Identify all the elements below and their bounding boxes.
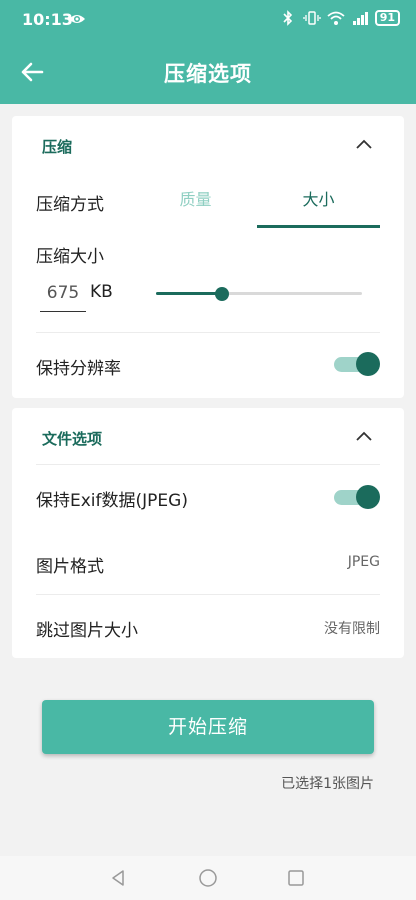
- divider: [36, 464, 380, 465]
- toolbar: 压缩选项: [0, 40, 416, 104]
- skip-size-value[interactable]: 没有限制: [324, 618, 380, 638]
- tab-quality[interactable]: 质量: [134, 186, 257, 228]
- bluetooth-icon: [283, 10, 292, 26]
- compress-section-title: 压缩: [42, 138, 73, 156]
- size-slider[interactable]: [156, 284, 362, 304]
- chevron-up-icon[interactable]: [354, 430, 374, 442]
- slider-fill: [156, 292, 222, 295]
- selected-count-text: 已选择1张图片: [281, 776, 374, 792]
- system-nav-bar: [0, 856, 416, 900]
- eye-icon: [69, 15, 85, 23]
- keep-resolution-label: 保持分辨率: [36, 359, 121, 379]
- size-label: 压缩大小: [36, 247, 104, 267]
- file-options-card: 文件选项 保持Exif数据(JPEG) 图片格式 JPEG 跳过图片大小 没有限…: [12, 408, 404, 658]
- battery-indicator: 91: [374, 10, 400, 26]
- status-icons: 91: [279, 10, 400, 26]
- size-unit: KB: [90, 282, 113, 302]
- tab-quality-label: 质量: [179, 190, 212, 209]
- skip-size-label[interactable]: 跳过图片大小: [36, 616, 138, 641]
- start-compress-button[interactable]: 开始压缩: [42, 700, 374, 754]
- nav-back-icon[interactable]: [108, 868, 128, 888]
- exif-toggle[interactable]: [334, 485, 380, 509]
- size-input[interactable]: 675: [40, 280, 86, 312]
- nav-home-icon[interactable]: [198, 868, 218, 888]
- format-value[interactable]: JPEG: [348, 554, 380, 570]
- chevron-up-icon[interactable]: [354, 138, 374, 150]
- vibrate-icon: [303, 11, 321, 25]
- app-bar: 10:13 91 压缩选项: [0, 0, 416, 104]
- nav-recents-icon[interactable]: [286, 868, 306, 888]
- keep-resolution-toggle[interactable]: [334, 352, 380, 376]
- format-label[interactable]: 图片格式: [36, 552, 104, 577]
- wifi-icon: [327, 11, 345, 25]
- toggle-knob: [356, 352, 380, 376]
- status-time: 10:13: [22, 10, 73, 29]
- tab-indicator: [257, 225, 380, 228]
- toggle-knob: [356, 485, 380, 509]
- method-label: 压缩方式: [36, 195, 104, 215]
- divider: [36, 594, 380, 595]
- exif-label: 保持Exif数据(JPEG): [36, 491, 188, 511]
- status-bar: 10:13 91: [0, 0, 416, 40]
- page-title: 压缩选项: [164, 62, 252, 86]
- slider-thumb[interactable]: [214, 287, 229, 301]
- divider: [36, 332, 380, 333]
- tab-size-label: 大小: [302, 190, 335, 209]
- tab-size[interactable]: 大小: [257, 186, 380, 228]
- method-tabs: 质量 大小: [134, 186, 380, 228]
- file-section-title: 文件选项: [42, 430, 103, 448]
- compress-card: 压缩 压缩方式 质量 大小 压缩大小 675 KB 保持分辨率: [12, 116, 404, 398]
- signal-icon: [352, 12, 368, 25]
